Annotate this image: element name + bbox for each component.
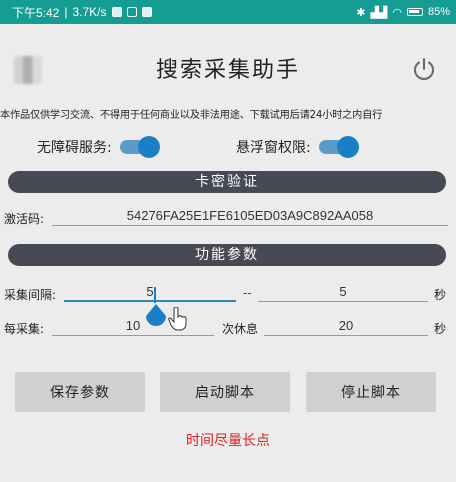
selection-handle-icon[interactable] (145, 304, 167, 328)
overlay-permission-switch[interactable] (318, 136, 359, 158)
switch-knob (336, 136, 359, 158)
app-notification-icon (126, 7, 137, 17)
rest-label: 次休息 (222, 322, 259, 336)
rest-unit: 秒 (434, 322, 447, 336)
hand-pointer-icon (168, 307, 187, 331)
accessibility-service-label: 无障碍服务: (37, 140, 112, 156)
interval-max-input[interactable]: 5 (258, 282, 428, 302)
interval-separator: -- (243, 286, 252, 300)
status-bar: 下午5:42 | 3.7K/s ✱ ▟▟ ◠ 85% (0, 0, 456, 24)
download-notification-icon (111, 7, 122, 17)
signal-icon: ▟▟ (370, 6, 388, 19)
bluetooth-icon: ✱ (356, 6, 366, 19)
interval-min-input[interactable]: 5 (64, 282, 236, 302)
page-title: 搜索采集助手 (155, 58, 300, 83)
wifi-icon: ◠ (392, 6, 402, 19)
interval-unit: 秒 (434, 288, 447, 302)
battery-level: 85% (427, 6, 450, 18)
status-separator: | (64, 5, 68, 19)
app-header: 搜索采集助手 (0, 24, 456, 106)
status-time: 下午5:42 (12, 5, 60, 20)
annotation-note: 时间尽量长点 (186, 433, 270, 449)
text-cursor (154, 287, 156, 303)
permission-toggles: 无障碍服务: 悬浮窗权限: (0, 128, 456, 164)
accessibility-service-switch[interactable] (119, 136, 160, 158)
network-speed: 3.7K/s (72, 5, 107, 19)
disclaimer-text: 本作品仅供学习交流、不得用于任何商业以及非法用途、下载试用后请24小时之内自行 (0, 110, 383, 121)
switch-knob (137, 136, 160, 158)
batch-label: 每采集: (4, 322, 45, 336)
section-card-verify: 卡密验证 (8, 171, 446, 193)
batch-count-input[interactable]: 10 (52, 316, 214, 336)
activation-code-label: 激活码: (4, 212, 45, 226)
accessibility-toggle-group: 无障碍服务: (37, 136, 160, 158)
interval-label: 采集间隔: (4, 288, 57, 302)
overlay-permission-label: 悬浮窗权限: (236, 140, 311, 156)
section-function-params: 功能参数 (8, 244, 446, 266)
battery-icon (406, 8, 423, 16)
activation-code-input[interactable]: 54276FA25E1FE6105ED03A9C892AA058 (52, 206, 448, 226)
power-icon[interactable] (411, 56, 437, 82)
image-notification-icon (141, 7, 152, 17)
start-script-button[interactable]: 启动脚本 (160, 372, 290, 412)
save-params-button[interactable]: 保存参数 (15, 372, 145, 412)
stop-script-button[interactable]: 停止脚本 (306, 372, 436, 412)
rest-seconds-input[interactable]: 20 (264, 316, 428, 336)
overlay-toggle-group: 悬浮窗权限: (236, 136, 359, 158)
